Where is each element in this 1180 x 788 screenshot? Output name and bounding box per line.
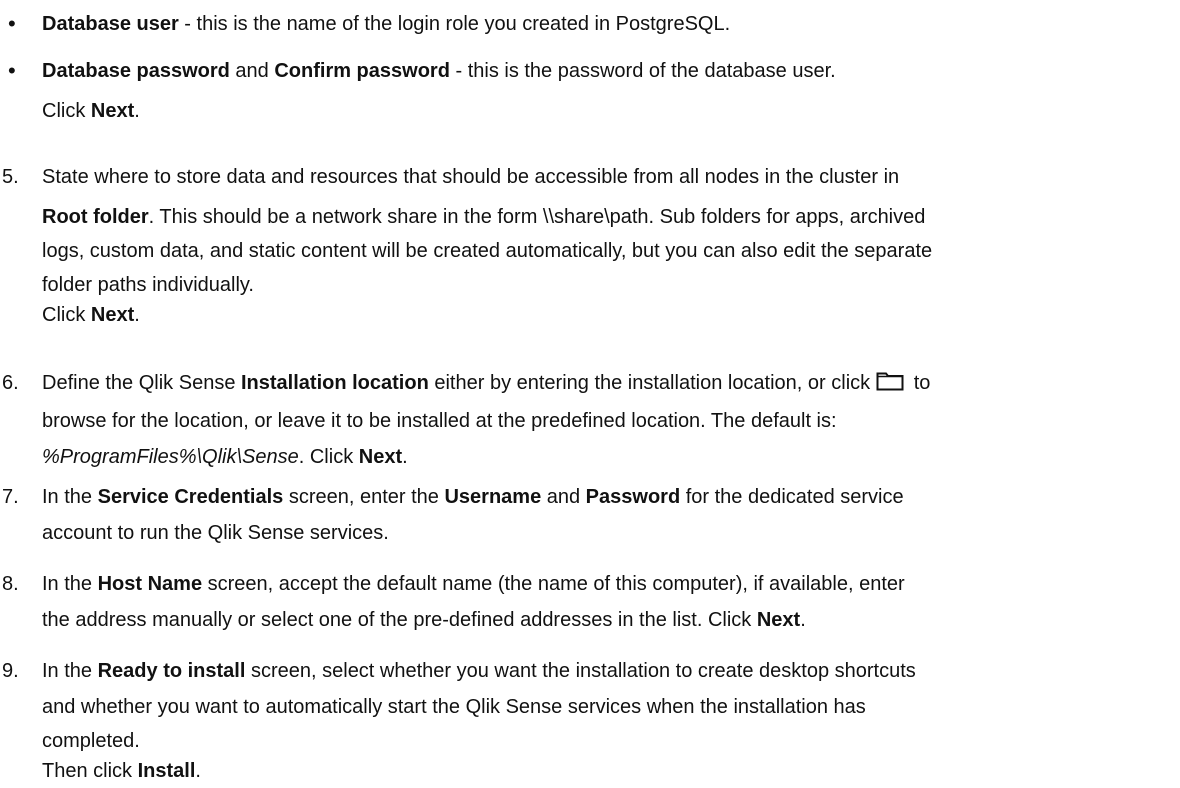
step-number: 6. (2, 372, 19, 394)
click-next-line: Click Next. (42, 100, 140, 122)
term-username: Username (444, 486, 542, 508)
term-host-name: Host Name (97, 573, 203, 595)
term-ready-to-install: Ready to install (97, 660, 246, 682)
term-confirm-password: Confirm password (274, 60, 450, 82)
term-database-user: Database user (42, 13, 179, 35)
step-number: 8. (2, 573, 19, 595)
term-password: Password (585, 486, 681, 508)
bullet-marker: • (8, 58, 16, 83)
term-installation-location: Installation location (241, 372, 429, 394)
step-number: 7. (2, 486, 19, 508)
term-database-password: Database password (42, 60, 230, 82)
folder-icon (876, 368, 904, 391)
term-root-folder: Root folder (42, 206, 149, 228)
document-page: • Database user - this is the name of th… (0, 0, 1180, 785)
bullet-marker: • (8, 11, 16, 36)
step-number: 5. (2, 166, 19, 188)
term-service-credentials: Service Credentials (97, 486, 284, 508)
default-install-path: %ProgramFiles%\Qlik\Sense (42, 446, 299, 468)
term-install: Install (137, 760, 196, 782)
step-number: 9. (2, 660, 19, 682)
